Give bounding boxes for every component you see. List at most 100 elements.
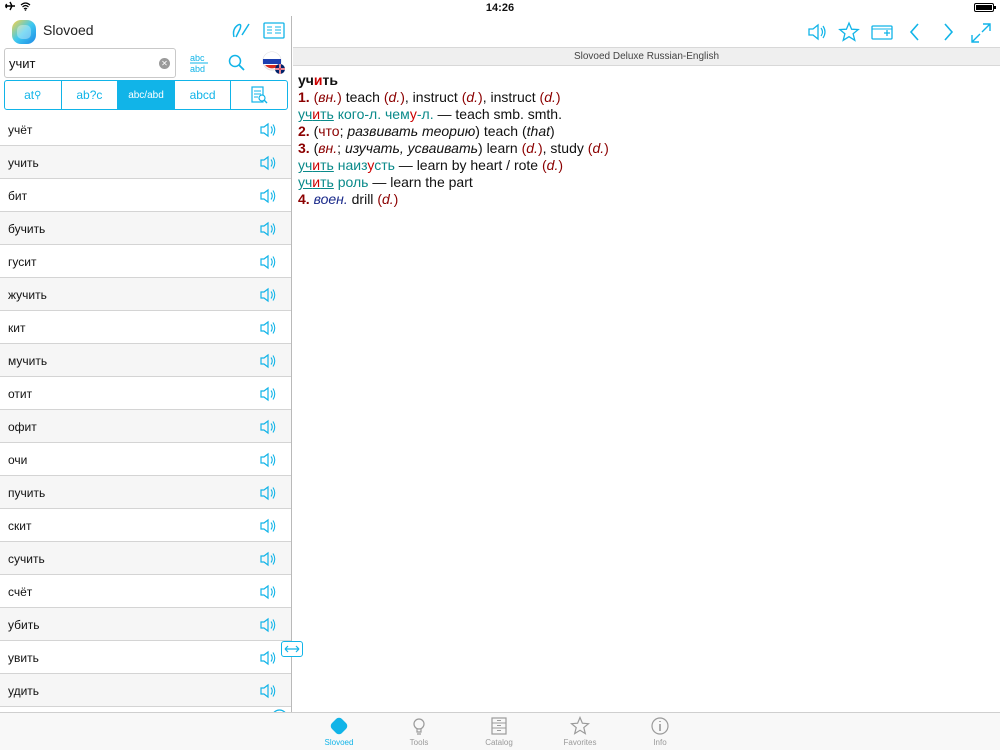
segment-pattern[interactable]: ab?c — [62, 81, 119, 109]
sense-2: 2. (что; развивать теорию) teach (that) — [298, 123, 555, 139]
speaker-icon[interactable] — [258, 318, 278, 343]
status-time: 14:26 — [485, 2, 515, 14]
list-item-word: учёт — [8, 123, 33, 137]
list-item-word: жучить — [8, 288, 47, 302]
tab-slovoed[interactable]: Slovoed — [309, 716, 369, 747]
list-item[interactable]: очи — [0, 443, 291, 476]
list-item[interactable]: бучить — [0, 212, 291, 245]
battery-icon — [974, 3, 996, 12]
speaker-icon[interactable] — [258, 450, 278, 475]
speaker-icon[interactable] — [806, 21, 828, 43]
speaker-icon[interactable] — [258, 285, 278, 310]
list-item-word: гусит — [8, 255, 37, 269]
forward-arrow-icon[interactable] — [938, 21, 958, 43]
segment-label: abc/abd — [128, 89, 164, 101]
segment-label: at — [24, 88, 35, 102]
segment-fulltext[interactable] — [231, 81, 287, 109]
translation-link[interactable]: teach — [346, 89, 380, 105]
list-item[interactable]: удить — [0, 674, 291, 707]
article-toolbar — [293, 16, 1000, 47]
speaker-icon[interactable] — [258, 516, 278, 541]
list-item[interactable]: бит — [0, 179, 291, 212]
list-item-word: офит — [8, 420, 37, 434]
list-item-word: убить — [8, 618, 40, 632]
tab-label: Favorites — [563, 738, 597, 747]
tab-bar: Slovoed Tools Catalog Favorites Info — [0, 712, 1000, 750]
list-item[interactable]: учёт — [0, 113, 291, 146]
list-item-word: очи — [8, 453, 28, 467]
speaker-icon[interactable] — [258, 549, 278, 574]
speaker-icon[interactable] — [258, 483, 278, 508]
svg-text:abc: abc — [190, 53, 205, 63]
phrase-3: учить роль — learn the part — [298, 174, 473, 190]
info-icon — [651, 717, 669, 735]
search-input[interactable] — [9, 53, 159, 73]
segment-fuzzy[interactable]: abc/abd — [118, 81, 175, 109]
pane-resize-handle[interactable] — [281, 641, 303, 657]
catalog-icon — [491, 717, 507, 735]
dictionary-article: учить 1. (вн.) teach (d.), instruct (d.)… — [298, 72, 988, 208]
speaker-icon[interactable] — [258, 615, 278, 640]
add-to-folder-icon[interactable] — [870, 21, 894, 43]
dictionary-list-icon[interactable] — [262, 19, 286, 41]
clear-search-icon[interactable]: ✕ — [159, 58, 170, 69]
list-item[interactable]: сучить — [0, 542, 291, 575]
segment-wildcard[interactable]: at ⚲ — [5, 81, 62, 109]
speaker-icon[interactable] — [258, 252, 278, 277]
favorite-star-icon[interactable] — [838, 21, 860, 43]
list-item[interactable]: отит — [0, 377, 291, 410]
list-item[interactable]: кит — [0, 311, 291, 344]
list-item[interactable]: жучить — [0, 278, 291, 311]
phrase-headword-link[interactable]: учить — [298, 106, 334, 122]
tab-favorites[interactable]: Favorites — [550, 716, 610, 747]
phrase-headword-link[interactable]: учить — [298, 157, 334, 173]
speaker-icon[interactable] — [258, 417, 278, 442]
list-item[interactable]: увить — [0, 641, 291, 674]
language-flag-icon[interactable] — [261, 50, 287, 76]
list-item[interactable]: пучить — [0, 476, 291, 509]
fullscreen-icon[interactable] — [969, 21, 993, 45]
search-box[interactable]: ✕ — [4, 48, 176, 78]
list-item-word: бучить — [8, 222, 46, 236]
phrase-1: учить кого-л. чему-л. — teach smb. smth. — [298, 106, 562, 122]
status-bar: 14:26 — [0, 0, 1000, 16]
speaker-icon[interactable] — [258, 582, 278, 607]
star-icon — [570, 716, 590, 735]
tab-catalog[interactable]: Catalog — [469, 716, 529, 747]
list-item[interactable]: учить — [0, 146, 291, 179]
list-item[interactable]: убить — [0, 608, 291, 641]
speaker-icon[interactable] — [258, 351, 278, 376]
tab-label: Tools — [409, 738, 429, 747]
speaker-icon[interactable] — [258, 681, 278, 706]
translation-link[interactable]: instruct — [413, 89, 458, 105]
translation-link[interactable]: instruct — [491, 89, 536, 105]
tab-info[interactable]: Info — [630, 716, 690, 747]
speaker-icon[interactable] — [258, 186, 278, 211]
speaker-icon[interactable] — [258, 648, 278, 673]
phrase-headword-link[interactable]: учить — [298, 174, 334, 190]
resize-arrows-icon — [284, 645, 300, 653]
edit-note-icon[interactable] — [230, 19, 252, 41]
list-item[interactable]: скит — [0, 509, 291, 542]
lightbulb-icon — [413, 718, 425, 735]
segment-anagram[interactable]: abcd — [175, 81, 232, 109]
list-item-word: скит — [8, 519, 32, 533]
list-item[interactable]: гусит — [0, 245, 291, 278]
list-item-word: кит — [8, 321, 26, 335]
list-item[interactable]: мучить — [0, 344, 291, 377]
back-arrow-icon[interactable] — [905, 21, 925, 43]
list-item[interactable]: офит — [0, 410, 291, 443]
speaker-icon[interactable] — [258, 120, 278, 145]
tab-label: Slovoed — [324, 738, 354, 747]
speaker-icon[interactable] — [258, 384, 278, 409]
word-list: учёт учить бит бучить гусит жучить кит мучить от… — [0, 113, 291, 707]
list-item[interactable]: счёт — [0, 575, 291, 608]
speaker-icon[interactable] — [258, 153, 278, 178]
tab-tools[interactable]: Tools — [389, 716, 449, 747]
search-icon[interactable] — [226, 50, 248, 76]
segment-label: abcd — [189, 88, 216, 102]
speaker-icon[interactable] — [258, 219, 278, 244]
spelling-variants-icon[interactable]: abcabd — [187, 50, 211, 76]
headword: учить — [298, 72, 338, 88]
sense-1: 1. (вн.) teach (d.), instruct (d.), inst… — [298, 89, 561, 105]
